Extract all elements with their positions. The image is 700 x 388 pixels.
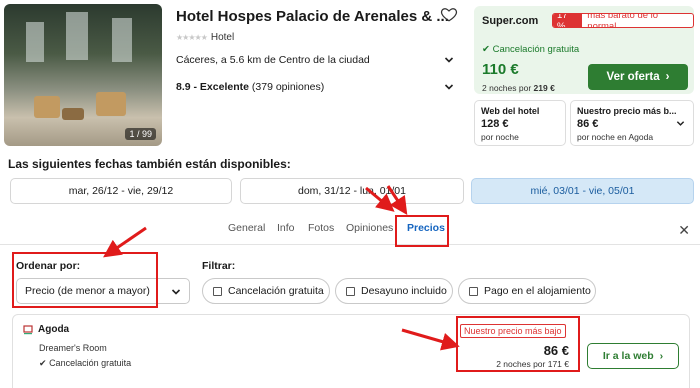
chevron-down-icon[interactable] [444, 82, 454, 92]
deal-cancellation-text: Cancelación gratuita [492, 44, 580, 55]
hotel-photo[interactable]: 1 / 99 [4, 4, 162, 146]
checkbox-icon[interactable] [346, 286, 355, 296]
filter-chip-label: Desayuno incluido [361, 285, 447, 297]
filter-label: Filtrar: [202, 260, 236, 272]
photo-window-2 [66, 12, 88, 60]
go-to-website-button[interactable]: Ir a la web › [587, 343, 679, 369]
tab-general[interactable]: General [228, 222, 265, 234]
offer-room-name: Dreamer's Room [39, 343, 107, 353]
filter-chip-label: Cancelación gratuita [228, 285, 324, 297]
offer-provider: Agoda [23, 324, 69, 335]
date-option-3[interactable]: mié, 03/01 - vie, 05/01 [471, 178, 694, 204]
photo-chair-2 [96, 92, 126, 116]
photo-window-1 [26, 22, 44, 62]
photo-window-3 [112, 18, 132, 62]
tab-info[interactable]: Info [277, 222, 295, 234]
offer-row[interactable]: Agoda Dreamer's Room ✔ Cancelación gratu… [12, 314, 690, 388]
compare-sub: por noche [481, 132, 519, 142]
date-option-2[interactable]: dom, 31/12 - lun, 01/01 [240, 178, 464, 204]
photo-table [62, 108, 84, 120]
annotation-box-sort [12, 252, 158, 308]
chevron-right-icon: › [665, 71, 670, 83]
compare-sub: por noche en Agoda [577, 132, 654, 142]
discount-badge: 17 % más barato de lo normal [552, 13, 694, 28]
best-deal-card[interactable]: Super.com 17 % más barato de lo normal ✔… [474, 6, 694, 94]
tab-photos[interactable]: Fotos [308, 222, 334, 234]
deal-provider: Super.com [482, 15, 539, 27]
offer-cancellation-text: Cancelación gratuita [49, 358, 132, 368]
discount-percent: 17 % [553, 14, 583, 27]
check-icon: ✔ [39, 358, 47, 368]
hotel-type-row: ★★★★★ Hotel [176, 32, 234, 43]
chevron-down-icon[interactable] [444, 55, 454, 65]
filter-breakfast[interactable]: Desayuno incluido [335, 278, 453, 304]
deal-nights-prefix: 2 noches por [482, 83, 532, 93]
view-offer-button[interactable]: Ver oferta › [588, 64, 688, 90]
rating-count: (379 opiniones) [251, 81, 325, 93]
offer-cancellation: ✔ Cancelación gratuita [39, 358, 131, 369]
hotel-name[interactable]: Hotel Hospes Palacio de Arenales & ... [176, 8, 449, 25]
annotation-box-price [456, 316, 580, 372]
chevron-down-icon [676, 121, 685, 126]
rating-score: 8.9 - Excelente [176, 81, 249, 93]
chevron-right-icon: › [659, 350, 664, 362]
hotel-rating: 8.9 - Excelente (379 opiniones) [176, 81, 324, 93]
checkbox-icon[interactable] [213, 286, 222, 296]
alternative-dates-title: Las siguientes fechas también están disp… [8, 157, 291, 171]
compare-price: 86 € [577, 118, 599, 130]
check-icon: ✔ [482, 44, 490, 55]
photo-counter: 1 / 99 [125, 128, 156, 140]
provider-logo-icon [23, 324, 33, 334]
deal-cancellation: ✔ Cancelación gratuita [482, 44, 579, 55]
lowest-price-card[interactable]: Nuestro precio más b... 86 € por noche e… [570, 100, 694, 146]
close-icon[interactable]: ✕ [678, 222, 690, 239]
compare-title: Web del hotel [481, 106, 540, 116]
hotel-location: Cáceres, a 5.6 km de Centro de la ciudad [176, 54, 370, 66]
photo-chair-1 [34, 96, 60, 118]
deal-nights-total: 219 € [533, 83, 555, 93]
hotel-type: Hotel [210, 32, 235, 43]
date-option-1[interactable]: mar, 26/12 - vie, 29/12 [10, 178, 232, 204]
go-to-website-label: Ir a la web [602, 350, 654, 362]
filter-free-cancellation[interactable]: Cancelación gratuita [202, 278, 330, 304]
deal-price: 110 € [482, 61, 519, 78]
star-rating-icon: ★★★★★ [176, 33, 208, 42]
offer-provider-name: Agoda [38, 324, 70, 335]
checkbox-icon[interactable] [469, 286, 478, 296]
favorite-heart-icon[interactable] [440, 5, 458, 23]
chevron-down-icon [171, 289, 181, 295]
hotel-website-price-card[interactable]: Web del hotel 128 € por noche [474, 100, 566, 146]
annotation-box-prices-tab [395, 215, 449, 247]
filter-pay-at-property[interactable]: Pago en el alojamiento [458, 278, 596, 304]
tab-reviews[interactable]: Opiniones [346, 222, 393, 234]
compare-price: 128 € [481, 118, 509, 130]
tabs-divider [0, 244, 700, 245]
deal-nights: 2 noches por 219 € [482, 83, 555, 93]
compare-title: Nuestro precio más b... [577, 106, 677, 116]
discount-text: más barato de lo normal [587, 13, 659, 28]
view-offer-label: Ver oferta [606, 71, 660, 83]
filter-chip-label: Pago en el alojamiento [484, 285, 591, 297]
